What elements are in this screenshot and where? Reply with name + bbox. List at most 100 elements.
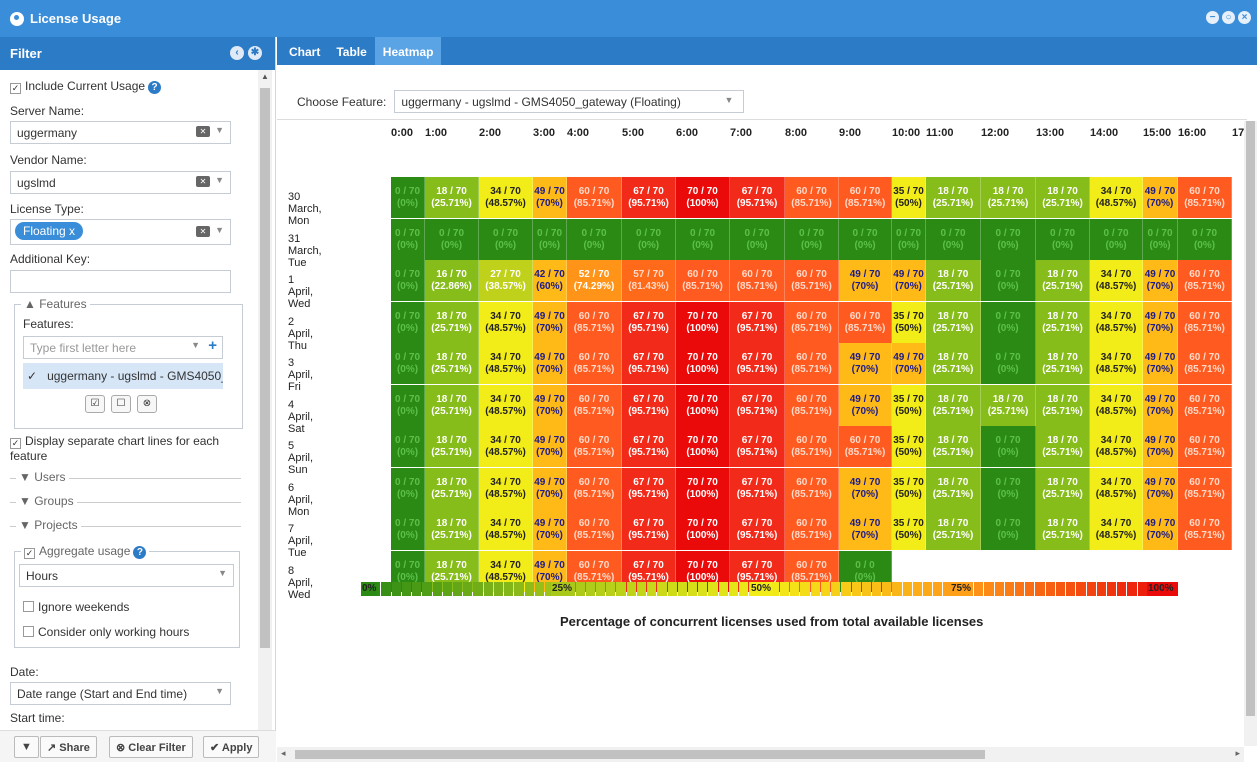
heatmap-cell[interactable]: 18 / 70 (25.71%) <box>1036 343 1090 384</box>
heatmap-cell[interactable]: 18 / 70 (25.71%) <box>425 385 479 426</box>
display-separate-lines[interactable]: ✓ Display separate chart lines for each f… <box>10 434 230 463</box>
heatmap-cell[interactable]: 34 / 70 (48.57%) <box>479 385 533 426</box>
heatmap-cell[interactable]: 0 / 70 (0%) <box>839 219 892 260</box>
heatmap-cell[interactable]: 60 / 70 (85.71%) <box>839 426 892 467</box>
heatmap-cell[interactable]: 60 / 70 (85.71%) <box>567 343 622 384</box>
heatmap-cell[interactable]: 67 / 70 (95.71%) <box>730 468 785 509</box>
heatmap-cell[interactable]: 49 / 70 (70%) <box>839 509 892 550</box>
date-select[interactable]: Date range (Start and End time) ▼ <box>10 682 231 705</box>
heatmap-cell[interactable]: 18 / 70 (25.71%) <box>425 343 479 384</box>
heatmap-cell[interactable]: 49 / 70 (70%) <box>533 426 567 467</box>
apply-button[interactable]: ✔ Apply <box>203 736 260 758</box>
projects-legend[interactable]: ▼ Projects <box>16 518 81 532</box>
heatmap-cell[interactable]: 67 / 70 (95.71%) <box>622 426 676 467</box>
heatmap-cell[interactable]: 34 / 70 (48.57%) <box>1090 260 1143 301</box>
settings-icon[interactable]: ○ <box>1222 11 1235 24</box>
heatmap-cell[interactable]: 34 / 70 (48.57%) <box>479 426 533 467</box>
heatmap-cell[interactable]: 0 / 70 (0%) <box>391 219 425 260</box>
heatmap-cell[interactable]: 60 / 70 (85.71%) <box>785 468 839 509</box>
heatmap-cell[interactable]: 18 / 70 (25.71%) <box>926 468 981 509</box>
heatmap-cell[interactable]: 67 / 70 (95.71%) <box>730 426 785 467</box>
heatmap-cell[interactable]: 0 / 70 (0%) <box>1090 219 1143 260</box>
heatmap-cell[interactable]: 0 / 70 (0%) <box>391 302 425 343</box>
content-hscrollbar[interactable]: ◂ ▸ <box>277 747 1244 762</box>
chevron-down-icon[interactable]: ▼ <box>215 686 224 696</box>
heatmap-cell[interactable]: 49 / 70 (70%) <box>1143 260 1178 301</box>
heatmap-cell[interactable]: 34 / 70 (48.57%) <box>479 302 533 343</box>
aggregate-usage-legend[interactable]: ✓ Aggregate usage? <box>21 544 150 559</box>
heatmap-cell[interactable]: 0 / 70 (0%) <box>533 219 567 260</box>
scroll-thumb[interactable] <box>295 750 985 759</box>
heatmap-cell[interactable]: 60 / 70 (85.71%) <box>567 426 622 467</box>
heatmap-cell[interactable]: 18 / 70 (25.71%) <box>926 343 981 384</box>
checkbox-checked-icon[interactable]: ✓ <box>24 548 35 559</box>
filter-funnel-button[interactable]: ▼ <box>14 736 39 758</box>
license-type-tag[interactable]: Floating x <box>15 222 84 240</box>
heatmap-cell[interactable]: 67 / 70 (95.71%) <box>730 302 785 343</box>
heatmap-cell[interactable]: 18 / 70 (25.71%) <box>425 468 479 509</box>
heatmap-cell[interactable]: 60 / 70 (85.71%) <box>785 385 839 426</box>
heatmap-cell[interactable]: 60 / 70 (85.71%) <box>839 302 892 343</box>
remove-tag-icon[interactable]: x <box>69 224 75 238</box>
heatmap-cell[interactable]: 0 / 70 (0%) <box>1036 219 1090 260</box>
tab-chart[interactable]: Chart <box>281 37 328 65</box>
heatmap-cell[interactable]: 67 / 70 (95.71%) <box>622 343 676 384</box>
heatmap-cell[interactable]: 67 / 70 (95.71%) <box>730 343 785 384</box>
heatmap-cell[interactable]: 35 / 70 (50%) <box>892 426 926 467</box>
heatmap-cell[interactable]: 34 / 70 (48.57%) <box>1090 426 1143 467</box>
chevron-down-icon[interactable]: ▼ <box>215 225 224 235</box>
heatmap-cell[interactable]: 18 / 70 (25.71%) <box>1036 177 1090 218</box>
heatmap-cell[interactable]: 60 / 70 (85.71%) <box>567 509 622 550</box>
heatmap-cell[interactable]: 49 / 70 (70%) <box>1143 343 1178 384</box>
heatmap-cell[interactable]: 35 / 70 (50%) <box>892 177 926 218</box>
heatmap-cell[interactable]: 18 / 70 (25.71%) <box>1036 302 1090 343</box>
heatmap-cell[interactable]: 18 / 70 (25.71%) <box>981 177 1036 218</box>
checkbox-checked-icon[interactable]: ✓ <box>10 83 21 94</box>
aggregate-select[interactable]: Hours ▼ <box>19 564 234 587</box>
add-icon[interactable]: + <box>208 337 217 354</box>
heatmap-cell[interactable]: 35 / 70 (50%) <box>892 302 926 343</box>
select-none-icon[interactable]: ☐ <box>111 395 131 413</box>
heatmap-cell[interactable]: 67 / 70 (95.71%) <box>730 385 785 426</box>
heatmap-cell[interactable]: 60 / 70 (85.71%) <box>1178 302 1232 343</box>
heatmap-cell[interactable]: 60 / 70 (85.71%) <box>785 426 839 467</box>
heatmap-cell[interactable]: 18 / 70 (25.71%) <box>926 509 981 550</box>
help-icon[interactable]: ? <box>148 81 162 94</box>
heatmap-cell[interactable]: 0 / 70 (0%) <box>391 468 425 509</box>
heatmap-cell[interactable]: 42 / 70 (60%) <box>533 260 567 301</box>
heatmap-cell[interactable]: 49 / 70 (70%) <box>1143 509 1178 550</box>
server-name-field[interactable]: uggermany ✕ ▼ <box>10 121 231 144</box>
heatmap-cell[interactable]: 60 / 70 (85.71%) <box>567 385 622 426</box>
heatmap-cell[interactable]: 49 / 70 (70%) <box>1143 385 1178 426</box>
heatmap-cell[interactable]: 70 / 70 (100%) <box>676 302 730 343</box>
gear-icon[interactable]: ✱ <box>248 46 262 60</box>
heatmap-cell[interactable]: 49 / 70 (70%) <box>533 468 567 509</box>
heatmap-cell[interactable]: 0 / 70 (0%) <box>676 219 730 260</box>
heatmap-cell[interactable]: 60 / 70 (85.71%) <box>567 302 622 343</box>
close-icon[interactable]: × <box>1238 11 1251 24</box>
working-hours[interactable]: Consider only working hours <box>23 625 189 639</box>
heatmap-cell[interactable]: 34 / 70 (48.57%) <box>479 509 533 550</box>
scroll-left-icon[interactable]: ◂ <box>281 748 286 759</box>
heatmap-cell[interactable]: 70 / 70 (100%) <box>676 343 730 384</box>
share-button[interactable]: ↗ Share <box>40 736 97 758</box>
checkbox-icon[interactable] <box>23 601 34 612</box>
heatmap-cell[interactable]: 18 / 70 (25.71%) <box>1036 260 1090 301</box>
checkbox-checked-icon[interactable]: ✓ <box>10 438 21 449</box>
features-search-input[interactable]: Type first letter here ▼ + <box>23 336 223 359</box>
heatmap-cell[interactable]: 70 / 70 (100%) <box>676 426 730 467</box>
heatmap-cell[interactable]: 49 / 70 (70%) <box>892 260 926 301</box>
features-legend[interactable]: ▲ Features <box>21 297 90 311</box>
filter-scrollbar[interactable]: ▲ ▼ <box>258 70 272 762</box>
heatmap-cell[interactable]: 0 / 70 (0%) <box>981 468 1036 509</box>
heatmap-cell[interactable]: 60 / 70 (85.71%) <box>567 177 622 218</box>
heatmap-cell[interactable]: 49 / 70 (70%) <box>1143 426 1178 467</box>
heatmap-cell[interactable]: 0 / 70 (0%) <box>892 219 926 260</box>
help-icon[interactable]: ? <box>133 546 147 559</box>
clear-filter-button[interactable]: ⊗ Clear Filter <box>109 736 193 758</box>
heatmap-cell[interactable]: 49 / 70 (70%) <box>839 343 892 384</box>
heatmap-cell[interactable]: 49 / 70 (70%) <box>1143 468 1178 509</box>
heatmap-cell[interactable]: 35 / 70 (50%) <box>892 509 926 550</box>
users-legend[interactable]: ▼ Users <box>16 470 69 484</box>
heatmap-cell[interactable]: 49 / 70 (70%) <box>839 468 892 509</box>
